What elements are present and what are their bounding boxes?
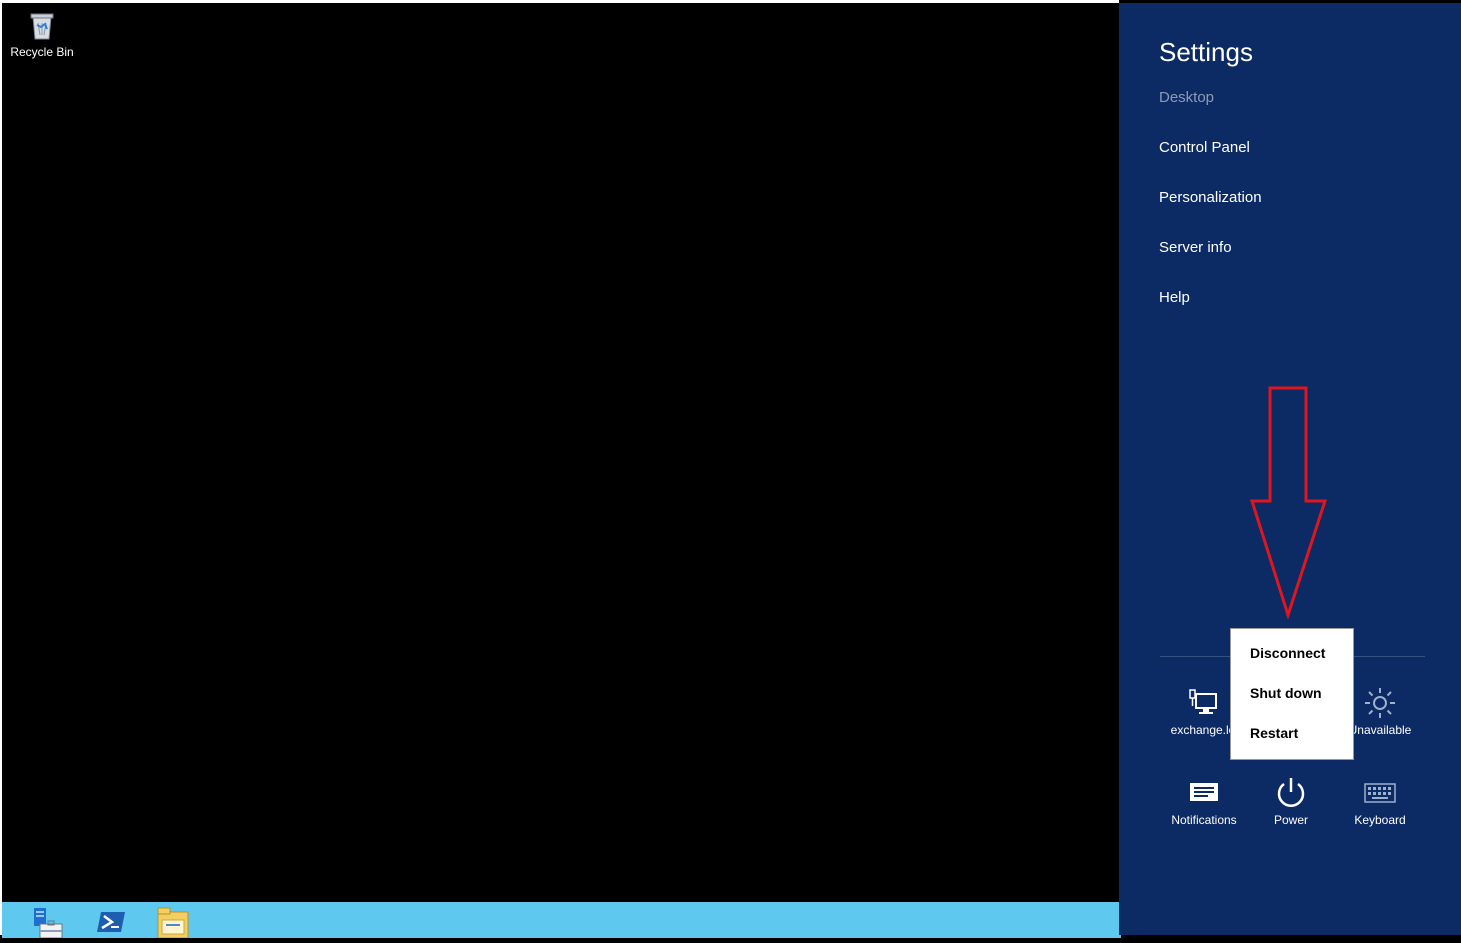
control-panel-link[interactable]: Control Panel [1159, 139, 1250, 156]
recycle-bin-icon [30, 13, 54, 40]
powershell-icon [97, 912, 125, 932]
network-icon [1189, 689, 1217, 714]
power-tile[interactable]: Power [1246, 773, 1336, 827]
recycle-bin[interactable]: Recycle Bin [8, 11, 76, 59]
file-explorer-button[interactable] [157, 906, 191, 939]
keyboard-tile[interactable]: Keyboard [1335, 773, 1425, 827]
settings-context-label: Desktop [1159, 89, 1215, 106]
restart-option[interactable]: Restart [1250, 725, 1298, 741]
keyboard-icon [1364, 783, 1396, 803]
recycle-bin-label: Recycle Bin [10, 45, 74, 59]
power-icon [1277, 778, 1305, 807]
desktop: Recycle Bin [0, 0, 1121, 939]
notifications-tile-label: Notifications [1171, 813, 1237, 827]
taskbar [2, 902, 1121, 939]
notifications-icon [1190, 783, 1218, 801]
file-explorer-icon [157, 907, 189, 939]
keyboard-tile-label: Keyboard [1354, 813, 1406, 827]
powershell-button[interactable] [95, 906, 129, 938]
brightness-icon [1365, 688, 1395, 718]
server-info-link[interactable]: Server info [1159, 239, 1232, 256]
shut-down-option[interactable]: Shut down [1250, 685, 1322, 701]
server-manager-button[interactable] [32, 906, 66, 939]
notifications-tile[interactable]: Notifications [1159, 773, 1249, 827]
settings-title: Settings [1159, 37, 1253, 67]
personalization-link[interactable]: Personalization [1159, 189, 1262, 206]
help-link[interactable]: Help [1159, 289, 1190, 306]
server-manager-icon [34, 908, 63, 939]
annotation-arrow [1249, 386, 1328, 620]
power-menu: Disconnect Shut down Restart [1230, 628, 1354, 760]
disconnect-option[interactable]: Disconnect [1250, 645, 1325, 661]
power-tile-label: Power [1273, 813, 1308, 827]
